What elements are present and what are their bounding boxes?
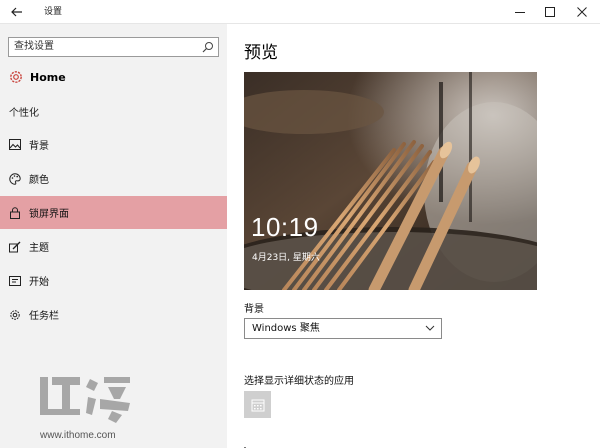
sidebar-item-label: 任务栏: [29, 311, 59, 322]
window-title: 设置: [44, 7, 63, 17]
sidebar-item-colors[interactable]: 颜色: [0, 162, 227, 195]
sidebar-item-label: 颜色: [29, 175, 49, 186]
background-label: 背景: [244, 304, 264, 315]
back-arrow-icon: [11, 7, 22, 17]
lock-screen-preview: 10:19 4月23日, 星期六: [244, 72, 537, 290]
search-box[interactable]: 查找设置: [8, 37, 219, 57]
sidebar-item-taskbar[interactable]: 任务栏: [0, 298, 227, 331]
search-input[interactable]: 查找设置: [14, 38, 54, 56]
title-bar: 设置: [0, 0, 600, 24]
palette-icon: [9, 172, 21, 185]
background-dropdown[interactable]: Windows 聚焦: [244, 318, 442, 339]
minimize-button[interactable]: [505, 0, 535, 24]
sidebar-item-label: 背景: [29, 141, 49, 152]
sidebar-item-background[interactable]: 背景: [0, 128, 227, 161]
detailed-status-app-label: 选择显示详细状态的应用: [244, 376, 354, 387]
detailed-status-app-button[interactable]: [244, 391, 271, 418]
theme-brush-icon: [9, 241, 21, 252]
gear-icon: [10, 71, 22, 83]
background-dropdown-value: Windows 聚焦: [252, 323, 320, 334]
taskbar-icon: [10, 309, 20, 320]
page-title: 预览: [244, 43, 278, 63]
sidebar-item-lock-screen[interactable]: 锁屏界面: [0, 196, 227, 229]
maximize-button[interactable]: [535, 0, 565, 24]
back-button[interactable]: [0, 0, 34, 24]
sidebar-item-label: 开始: [29, 277, 49, 288]
chevron-down-icon: [425, 325, 435, 331]
home-link[interactable]: Home: [8, 67, 66, 87]
ithome-watermark: www.ithome.com: [30, 369, 140, 448]
watermark-url: www.ithome.com: [40, 430, 116, 441]
calendar-icon: [251, 399, 264, 411]
sidebar-item-label: 锁屏界面: [29, 209, 69, 220]
minimize-icon: [515, 12, 525, 13]
lock-icon: [10, 206, 20, 219]
sidebar-item-label: 主题: [29, 243, 49, 254]
close-icon: [577, 7, 587, 17]
search-icon[interactable]: [202, 41, 214, 53]
main-content: 预览 10:19 4月23日, 星期六 背景 Windows 聚焦 选择显示详细…: [227, 24, 600, 448]
ithome-logo: [40, 377, 130, 423]
preview-date: 4月23日, 星期六: [252, 253, 320, 263]
sidebar: 查找设置 Home 个性化 背景 颜色 锁屏界面 主题 开始 任务栏 www.i…: [0, 24, 227, 448]
close-button[interactable]: [567, 0, 597, 24]
sidebar-item-start[interactable]: 开始: [0, 264, 227, 297]
section-title: 个性化: [9, 108, 39, 119]
home-label: Home: [30, 70, 66, 84]
start-menu-icon: [9, 275, 21, 286]
cut-off-text-fragment: [244, 440, 444, 448]
preview-time: 10:19: [251, 212, 319, 242]
maximize-icon: [545, 7, 555, 17]
sidebar-item-themes[interactable]: 主题: [0, 230, 227, 263]
picture-icon: [9, 139, 21, 150]
